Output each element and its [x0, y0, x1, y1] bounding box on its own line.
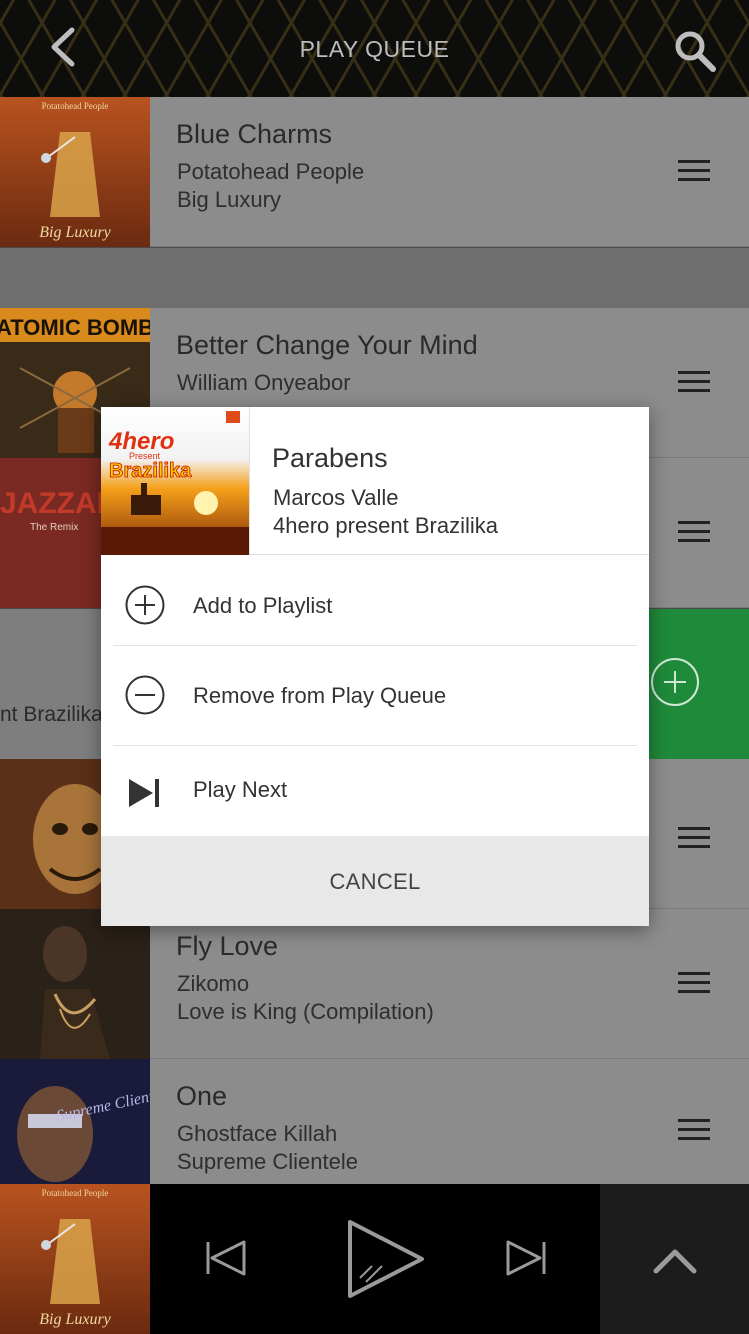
track-title: Fly Love [176, 931, 279, 961]
dialog-album-art: 4hero Present Brazilika [101, 407, 249, 555]
next-track-icon[interactable] [500, 1232, 552, 1284]
art-label: ATOMIC BOMB [0, 315, 150, 340]
drag-handle-icon[interactable] [678, 1119, 712, 1141]
now-playing-art[interactable]: Potatohead People Big Luxury [0, 1184, 150, 1334]
plus-circle-icon [651, 658, 699, 706]
track-title: Blue Charms [176, 119, 333, 149]
cancel-button[interactable]: CANCEL [101, 836, 649, 926]
track-artist: Ghostface Killah [177, 1121, 338, 1146]
play-next-button[interactable]: Play Next [113, 746, 637, 836]
art-label: Potatohead People [42, 101, 109, 111]
track-album: Big Luxury [177, 187, 281, 212]
drag-handle-icon[interactable] [678, 972, 712, 994]
cancel-label: CANCEL [329, 869, 421, 894]
track-album: nt Brazilika [0, 703, 103, 726]
album-art: Potatohead People Big Luxury [0, 97, 150, 247]
add-to-playlist-button[interactable]: Add to Playlist [113, 556, 637, 646]
drag-handle-icon[interactable] [678, 160, 712, 182]
drag-handle-icon[interactable] [678, 521, 712, 543]
queue-row[interactable]: Supreme Clientele One Ghostface Killah S… [0, 1059, 749, 1184]
art-label: Big Luxury [39, 1311, 111, 1328]
option-label: Add to Playlist [193, 593, 333, 618]
art-label: The Remix [30, 522, 78, 533]
track-title: Better Change Your Mind [176, 330, 478, 360]
expand-player-button[interactable] [600, 1184, 749, 1334]
option-label: Play Next [193, 777, 288, 802]
plus-circle-icon [125, 585, 165, 625]
track-album: Supreme Clientele [177, 1149, 358, 1174]
album-art [0, 909, 150, 1059]
art-label: Big Luxury [39, 224, 111, 241]
track-title: One [176, 1081, 228, 1111]
option-label: Remove from Play Queue [193, 683, 447, 708]
drag-handle-icon[interactable] [678, 371, 712, 393]
queue-row[interactable]: Potatohead People Big Luxury Blue Charms… [0, 97, 749, 247]
art-label: Brazilika [109, 460, 192, 482]
track-options-dialog: 4hero Present Brazilika Parabens Marcos … [101, 407, 649, 926]
track-album: Love is King (Compilation) [177, 999, 434, 1024]
chevron-up-icon [653, 1249, 697, 1274]
dialog-track-header: 4hero Present Brazilika Parabens Marcos … [101, 407, 649, 555]
list-divider [0, 248, 749, 308]
track-artist: Potatohead People [177, 159, 365, 184]
art-label: Potatohead People [42, 1188, 109, 1198]
queue-row[interactable]: Fly Love Zikomo Love is King (Compilatio… [0, 909, 749, 1059]
minus-circle-icon [125, 675, 165, 715]
play-next-icon [129, 779, 159, 807]
play-icon[interactable] [342, 1216, 428, 1302]
drag-handle-icon[interactable] [678, 827, 712, 849]
divider [249, 407, 250, 555]
album-art: Supreme Clientele [0, 1059, 150, 1184]
track-artist: William Onyeabor [177, 370, 351, 395]
dialog-track-title: Parabens [272, 443, 388, 473]
remove-from-queue-button[interactable]: Remove from Play Queue [113, 646, 637, 746]
top-bar: PLAY QUEUE [0, 0, 749, 97]
dialog-track-artist: Marcos Valle [273, 485, 399, 510]
track-artist: Zikomo [177, 971, 250, 996]
search-icon[interactable] [672, 28, 718, 74]
previous-track-icon[interactable] [200, 1232, 252, 1284]
dialog-track-album: 4hero present Brazilika [273, 513, 499, 538]
page-title: PLAY QUEUE [299, 36, 450, 62]
now-playing-bar: Potatohead People Big Luxury [0, 1184, 749, 1334]
